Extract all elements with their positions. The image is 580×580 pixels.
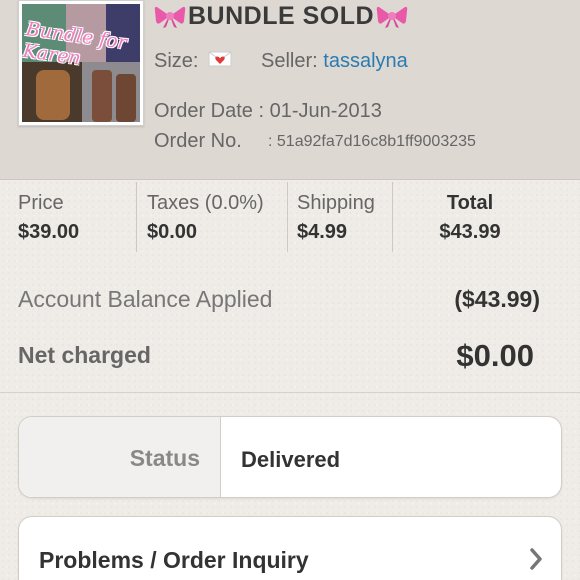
order-inquiry-button[interactable]: Problems / Order Inquiry xyxy=(18,516,562,580)
status-card: Status Delivered xyxy=(18,416,562,498)
seller-row: Seller: tassalyna xyxy=(261,50,408,73)
divider xyxy=(136,182,137,252)
listing-title: BUNDLE SOLD xyxy=(154,0,408,32)
total-label: Total xyxy=(446,192,494,214)
price-label: Price xyxy=(18,192,64,214)
order-inquiry-label: Problems / Order Inquiry xyxy=(39,547,309,573)
status-label-cell: Status xyxy=(19,417,221,497)
order-header: Bundle for Karen BUNDLE SOLD Size: Selle… xyxy=(0,0,580,180)
shipping-label: Shipping xyxy=(297,192,375,214)
net-charged-label: Net charged xyxy=(18,342,151,368)
seller-label: Seller: xyxy=(261,50,318,72)
listing-title-text: BUNDLE SOLD xyxy=(188,1,375,30)
size-label: Size: xyxy=(154,50,199,72)
chevron-right-icon xyxy=(530,548,542,570)
status-value: Delivered xyxy=(241,447,341,472)
pink-bow-icon xyxy=(376,6,408,28)
size-row: Size: xyxy=(154,50,232,73)
divider xyxy=(0,392,580,393)
price-value: $39.00 xyxy=(18,221,80,243)
pink-bow-icon xyxy=(154,6,186,28)
order-date: Order Date : 01-Jun-2013 xyxy=(154,100,382,122)
order-no-label: Order No. xyxy=(154,130,242,152)
status-label: Status xyxy=(129,445,200,471)
taxes-value: $0.00 xyxy=(147,221,198,243)
balance-applied-label: Account Balance Applied xyxy=(18,286,273,312)
taxes-label: Taxes (0.0%) xyxy=(147,192,264,214)
thumbnail-collage: Bundle for Karen xyxy=(22,4,140,122)
divider xyxy=(287,182,288,252)
balance-applied-value: ($43.99) xyxy=(454,286,540,312)
net-charged-value: $0.00 xyxy=(456,338,534,373)
shipping-value: $4.99 xyxy=(297,221,348,243)
total-value: $43.99 xyxy=(439,221,501,243)
order-no-value: : 51a92fa7d16c8b1ff9003235 xyxy=(268,133,476,150)
listing-thumbnail[interactable]: Bundle for Karen xyxy=(18,0,144,126)
envelope-heart-icon xyxy=(208,51,232,67)
seller-link[interactable]: tassalyna xyxy=(323,50,408,72)
